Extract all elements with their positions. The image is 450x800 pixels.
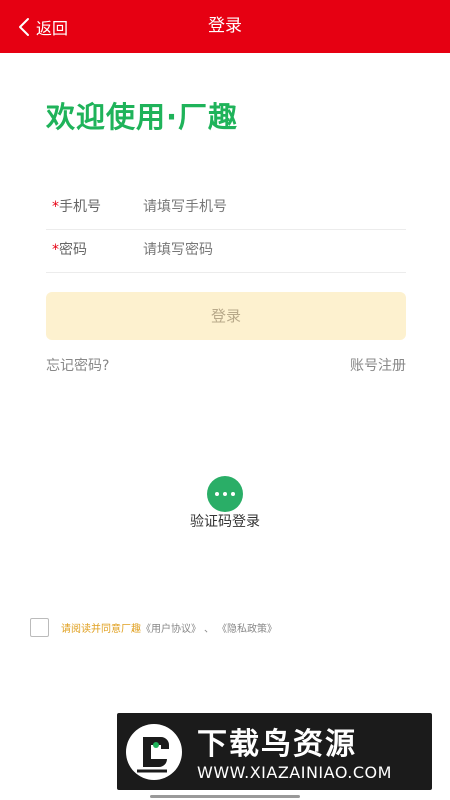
dot <box>223 492 227 496</box>
sms-login-label[interactable]: 验证码登录 <box>0 511 450 531</box>
watermark-url: WWW.XIAZAINIAO.COM <box>197 763 392 782</box>
watermark-title: 下载鸟资源 <box>197 727 357 762</box>
page-title: 登录 <box>208 16 242 36</box>
home-indicator[interactable] <box>150 795 300 798</box>
phone-label-wrap: *手机号 <box>52 186 101 229</box>
phone-field: *手机号 <box>46 186 406 230</box>
password-field: *密码 <box>46 229 406 273</box>
dot <box>215 492 219 496</box>
required-mark: * <box>52 242 59 258</box>
password-label: 密码 <box>59 242 87 258</box>
top-bar: 返回 登录 <box>0 0 450 53</box>
more-dots-icon[interactable] <box>207 476 243 512</box>
phone-input[interactable] <box>143 194 393 220</box>
agreement-row: 请阅读并同意厂趣 《用户协议》 、 《隐私政策》 <box>30 617 277 637</box>
login-button[interactable]: 登录 <box>46 292 406 340</box>
watermark-banner: 下载鸟资源 WWW.XIAZAINIAO.COM <box>117 713 432 790</box>
forgot-password-link[interactable]: 忘记密码? <box>46 355 109 375</box>
bird-logo-icon <box>126 724 182 780</box>
agreement-text: 请阅读并同意厂趣 <box>61 623 141 635</box>
required-mark: * <box>52 199 59 215</box>
phone-label: 手机号 <box>59 199 101 215</box>
register-link[interactable]: 账号注册 <box>350 355 406 375</box>
password-label-wrap: *密码 <box>52 229 87 272</box>
dot <box>231 492 235 496</box>
privacy-policy-link[interactable]: 《隐私政策》 <box>217 620 277 635</box>
agreement-separator: 、 <box>204 623 214 635</box>
agree-checkbox[interactable] <box>30 617 49 637</box>
user-agreement-link[interactable]: 《用户协议》 <box>141 620 201 635</box>
password-input[interactable] <box>143 237 393 263</box>
welcome-heading: 欢迎使用·厂趣 <box>46 100 239 134</box>
